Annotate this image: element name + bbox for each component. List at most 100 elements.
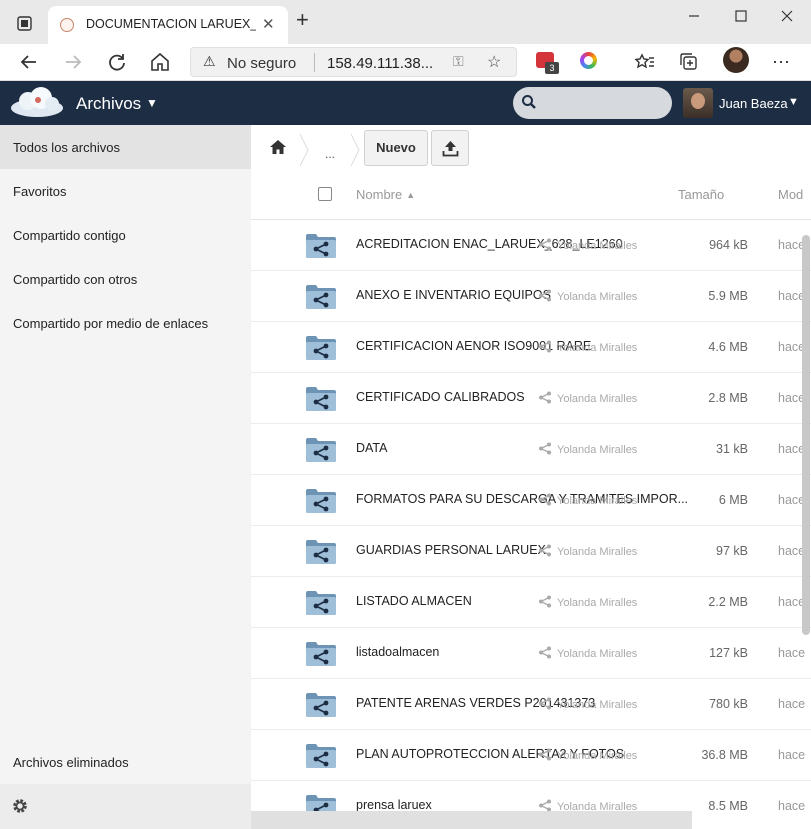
tab-close-icon[interactable]: ✕ [262,15,275,33]
color-extension-icon[interactable] [580,52,597,69]
shared-folder-icon [306,744,336,768]
shared-by[interactable]: Yolanda Miralles [538,442,637,456]
file-size: 36.8 MB [701,748,748,762]
breadcrumb-ellipsis[interactable]: ... [325,147,335,161]
warning-icon[interactable]: ⚠ [203,53,216,70]
table-header: Nombre ▲ Tamaño Mod [251,169,811,220]
table-row[interactable]: ANEXO E INVENTARIO EQUIPOS Yolanda Mirall… [251,271,811,322]
settings-bar[interactable] [0,784,251,829]
url-text[interactable]: 158.49.111.38... [327,55,433,72]
sidebar-item-deleted-files[interactable]: Archivos eliminados [0,740,251,784]
app-title[interactable]: Archivos [76,94,141,114]
upload-button[interactable] [431,130,469,166]
file-size: 8.5 MB [708,799,748,813]
add-favorite-icon[interactable]: ☆ [487,52,501,72]
file-size: 97 kB [716,544,748,558]
shared-by[interactable]: Yolanda Miralles [538,493,637,507]
key-icon[interactable]: ⚿ [453,53,464,70]
tab-actions-icon[interactable] [17,16,32,31]
vertical-scrollbar[interactable] [802,235,810,635]
shared-by-label: Yolanda Miralles [557,393,638,405]
column-header-size[interactable]: Tamaño [678,187,724,202]
browser-profile-avatar[interactable] [723,47,749,73]
select-all-checkbox[interactable] [318,187,332,201]
user-avatar[interactable] [683,88,713,118]
share-icon [539,646,551,659]
file-name[interactable]: LISTADO ALMACEN [356,594,472,608]
column-header-modified[interactable]: Mod [778,187,803,202]
shared-by[interactable]: Yolanda Miralles [538,595,637,609]
sidebar-item-favorites[interactable]: Favoritos [0,169,251,213]
reload-icon[interactable] [105,50,129,74]
breadcrumb-home-icon[interactable] [269,138,287,156]
forward-icon[interactable] [61,50,85,74]
shared-folder-icon [306,234,336,258]
table-row[interactable]: FORMATOS PARA SU DESCARGA Y TRAMITES IMP… [251,475,811,526]
file-size: 780 kB [709,697,748,711]
home-icon[interactable] [148,50,172,74]
column-header-name[interactable]: Nombre ▲ [356,187,415,202]
shared-by[interactable]: Yolanda Miralles [538,238,637,252]
shared-by[interactable]: Yolanda Miralles [538,544,637,558]
horizontal-scrollbar[interactable] [251,811,692,829]
shared-by[interactable]: Yolanda Miralles [538,289,637,303]
shared-by[interactable]: Yolanda Miralles [538,697,637,711]
sidebar-item-all-files[interactable]: Todos los archivos [0,125,251,169]
sidebar-item-shared-with-others[interactable]: Compartido con otros [0,257,251,301]
table-row[interactable]: DATA Yolanda Miralles 31 kB hace [251,424,811,475]
shared-by-label: Yolanda Miralles [557,546,638,558]
shared-by-label: Yolanda Miralles [557,291,638,303]
table-row[interactable]: CERTIFICADO CALIBRADOS Yolanda Miralles 2.… [251,373,811,424]
app-menu-caret-icon[interactable]: ▼ [146,96,158,110]
favorites-icon[interactable] [633,50,657,74]
file-name[interactable]: listadoalmacen [356,645,439,659]
table-row[interactable]: PLAN AUTOPROTECCION ALERTA2 Y FOTOS Yolan… [251,730,811,781]
table-row[interactable]: LISTADO ALMACEN Yolanda Miralles 2.2 MB hac… [251,577,811,628]
file-name[interactable]: ANEXO E INVENTARIO EQUIPOS [356,288,551,302]
close-window-icon[interactable] [779,8,795,24]
file-name[interactable]: prensa laruex [356,798,432,812]
maximize-icon[interactable] [733,8,749,24]
minimize-icon[interactable] [686,8,702,24]
table-row[interactable]: PATENTE ARENAS VERDES P201431373 Yolanda … [251,679,811,730]
new-tab-icon[interactable]: + [296,9,309,31]
modified-time: hace [778,799,806,813]
gear-icon[interactable] [11,797,29,815]
search-input[interactable] [513,87,672,119]
search-icon [522,95,536,109]
shared-by[interactable]: Yolanda Miralles [538,340,637,354]
address-bar[interactable]: ⚠ No seguro 158.49.111.38... ⚿ ☆ [190,47,517,77]
share-icon [539,493,551,506]
cloud-logo-icon[interactable] [8,86,66,120]
user-name[interactable]: Juan Baeza [719,96,788,111]
collections-icon[interactable] [677,50,701,74]
share-icon [539,289,551,302]
file-name[interactable]: FORMATOS PARA SU DESCARGA Y TRAMITES IMP… [356,492,688,506]
table-row[interactable]: listadoalmacen Yolanda Miralles 127 kB hace [251,628,811,679]
shared-by[interactable]: Yolanda Miralles [538,748,637,762]
table-row[interactable]: CERTIFICACION AENOR ISO9001 RARE Yolanda … [251,322,811,373]
file-size: 4.6 MB [708,340,748,354]
more-options-icon[interactable]: ⋯ [769,50,793,74]
file-name[interactable]: CERTIFICADO CALIBRADOS [356,390,525,404]
table-row[interactable]: GUARDIAS PERSONAL LARUEX Yolanda Miralles… [251,526,811,577]
security-status[interactable]: No seguro [227,55,296,72]
shared-by-label: Yolanda Miralles [557,495,638,507]
upload-icon [442,141,459,157]
shared-folder-icon [306,285,336,309]
file-name[interactable]: DATA [356,441,387,455]
tab-favicon-icon [60,18,74,32]
shared-by[interactable]: Yolanda Miralles [538,646,637,660]
browser-tab[interactable]: DOCUMENTACION LARUEX_GES ✕ [48,6,288,44]
sidebar-item-shared-with-you[interactable]: Compartido contigo [0,213,251,257]
shared-by-label: Yolanda Miralles [557,342,638,354]
modified-time: hace [778,646,806,660]
back-icon[interactable] [17,50,41,74]
user-menu-caret-icon[interactable]: ▼ [788,96,799,108]
table-row[interactable]: ACREDITACION ENAC_LARUEX_628_LE1260 Yolan… [251,220,811,271]
sidebar-item-shared-by-link[interactable]: Compartido por medio de enlaces [0,301,251,345]
shared-by[interactable]: Yolanda Miralles [538,391,637,405]
file-name[interactable]: GUARDIAS PERSONAL LARUEX [356,543,546,557]
new-button[interactable]: Nuevo [364,130,428,166]
browser-toolbar: ⚠ No seguro 158.49.111.38... ⚿ ☆ 3 ⋯ [0,44,811,81]
